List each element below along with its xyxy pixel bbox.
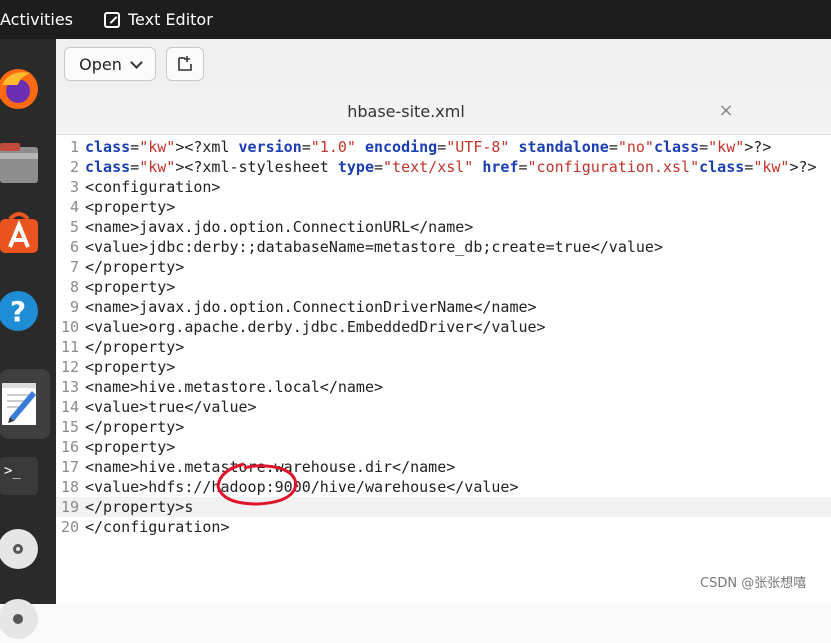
disc-icon[interactable] xyxy=(0,525,48,573)
line-number: 18 xyxy=(60,478,79,496)
watermark: CSDN @张张想嘻 xyxy=(700,576,807,591)
terminal-icon[interactable]: >_ xyxy=(0,455,48,503)
line-number: 20 xyxy=(60,518,79,536)
code-line[interactable]: 12 <property> xyxy=(56,357,831,377)
code-line[interactable]: 4 <property> xyxy=(56,197,831,217)
line-number: 6 xyxy=(69,238,79,256)
code-line[interactable]: 17 <name>hive.metastore.warehouse.dir</na… xyxy=(56,457,831,477)
code-line[interactable]: 3 <configuration> xyxy=(56,177,831,197)
code-line[interactable]: 1 class="kw"><?xml version="1.0" encoding… xyxy=(56,137,831,157)
line-number: 15 xyxy=(60,418,79,436)
line-text: class="kw"><?xml-stylesheet type="text/x… xyxy=(85,158,817,176)
line-number: 11 xyxy=(60,338,79,356)
line-text: <value>true</value> xyxy=(85,398,257,416)
line-text: <property> xyxy=(85,278,176,296)
app-menu[interactable]: Text Editor xyxy=(104,0,213,39)
line-text: <value>hdfs://hadoop:9000/hive/warehouse… xyxy=(85,478,519,496)
line-text: </property>s xyxy=(85,498,194,516)
app-name-label: Text Editor xyxy=(128,9,213,29)
line-text: <property> xyxy=(85,198,176,216)
line-text: </property> xyxy=(85,258,185,276)
chevron-down-icon xyxy=(129,55,143,69)
code-line[interactable]: 9 <name>javax.jdo.option.ConnectionDriver… xyxy=(56,297,831,317)
software-store-icon[interactable] xyxy=(0,209,48,257)
code-line[interactable]: 7 </property> xyxy=(56,257,831,277)
close-icon[interactable]: × xyxy=(716,101,736,121)
code-line[interactable]: 18 <value>hdfs://hadoop:9000/hive/warehou… xyxy=(56,477,831,497)
code-line[interactable]: 19 </property>s xyxy=(56,497,831,517)
line-text: </configuration> xyxy=(85,518,230,536)
line-number: 9 xyxy=(69,298,79,316)
line-number: 17 xyxy=(60,458,79,476)
line-number: 16 xyxy=(60,438,79,456)
line-number: 8 xyxy=(69,278,79,296)
code-line[interactable]: 16 <property> xyxy=(56,437,831,457)
line-text: <property> xyxy=(85,438,176,456)
code-line[interactable]: 11 </property> xyxy=(56,337,831,357)
disc-icon[interactable] xyxy=(0,595,48,643)
new-document-icon xyxy=(178,56,192,71)
line-number: 14 xyxy=(60,398,79,416)
code-line[interactable]: 6 <value>jdbc:derby:;databaseName=metasto… xyxy=(56,237,831,257)
code-line[interactable]: 13 <name>hive.metastore.local</name> xyxy=(56,377,831,397)
open-button-label: Open xyxy=(79,54,122,74)
line-number: 5 xyxy=(69,218,79,236)
code-line[interactable]: 2 class="kw"><?xml-stylesheet type="text/… xyxy=(56,157,831,177)
top-bar: Activities Text Editor xyxy=(0,0,831,39)
svg-text:?: ? xyxy=(10,295,26,328)
line-number: 10 xyxy=(60,318,79,336)
dock: ? >_ xyxy=(0,39,56,639)
code-line[interactable]: 14 <value>true</value> xyxy=(56,397,831,417)
line-text: <name>hive.metastore.local</name> xyxy=(85,378,384,396)
line-number: 19 xyxy=(60,498,79,516)
text-editor-window: Open hbase-site.xml × 1 class="kw"><?xml … xyxy=(56,39,831,604)
line-text: <name>hive.metastore.warehouse.dir</name… xyxy=(85,458,456,476)
line-number: 4 xyxy=(69,198,79,216)
line-text: <value>org.apache.derby.jdbc.EmbeddedDri… xyxy=(85,318,546,336)
tab-bar: hbase-site.xml × xyxy=(56,89,831,135)
line-text: <value>jdbc:derby:;databaseName=metastor… xyxy=(85,238,663,256)
code-line[interactable]: 20 </configuration> xyxy=(56,517,831,537)
code-line[interactable]: 15 </property> xyxy=(56,417,831,437)
text-editor-icon xyxy=(2,383,36,425)
line-text: <name>javax.jdo.option.ConnectionURL</na… xyxy=(85,218,474,236)
open-button[interactable]: Open xyxy=(64,47,156,81)
firefox-icon[interactable] xyxy=(0,67,48,115)
line-number: 3 xyxy=(69,178,79,196)
line-number: 12 xyxy=(60,358,79,376)
header-bar: Open xyxy=(56,39,831,89)
code-view[interactable]: 1 class="kw"><?xml version="1.0" encoding… xyxy=(56,135,831,604)
line-text: </property> xyxy=(85,418,185,436)
line-text: <name>javax.jdo.option.ConnectionDriverN… xyxy=(85,298,537,316)
help-icon[interactable]: ? xyxy=(0,287,48,335)
tab-title[interactable]: hbase-site.xml xyxy=(56,89,756,134)
files-icon[interactable] xyxy=(0,139,48,187)
line-number: 2 xyxy=(69,158,79,176)
activities-button[interactable]: Activities xyxy=(0,0,73,39)
code-line[interactable]: 5 <name>javax.jdo.option.ConnectionURL</n… xyxy=(56,217,831,237)
code-line[interactable]: 8 <property> xyxy=(56,277,831,297)
code-line[interactable]: 10 <value>org.apache.derby.jdbc.EmbeddedD… xyxy=(56,317,831,337)
line-text: </property> xyxy=(85,338,185,356)
line-text: <property> xyxy=(85,358,176,376)
new-tab-button[interactable] xyxy=(166,47,204,81)
line-text: <configuration> xyxy=(85,178,221,196)
line-text: class="kw"><?xml version="1.0" encoding=… xyxy=(85,138,772,156)
svg-text:>_: >_ xyxy=(4,463,21,479)
line-number: 1 xyxy=(69,138,79,156)
line-number: 7 xyxy=(69,258,79,276)
text-editor-icon xyxy=(104,11,120,28)
line-number: 13 xyxy=(60,378,79,396)
text-editor-dock-icon[interactable] xyxy=(0,369,50,439)
